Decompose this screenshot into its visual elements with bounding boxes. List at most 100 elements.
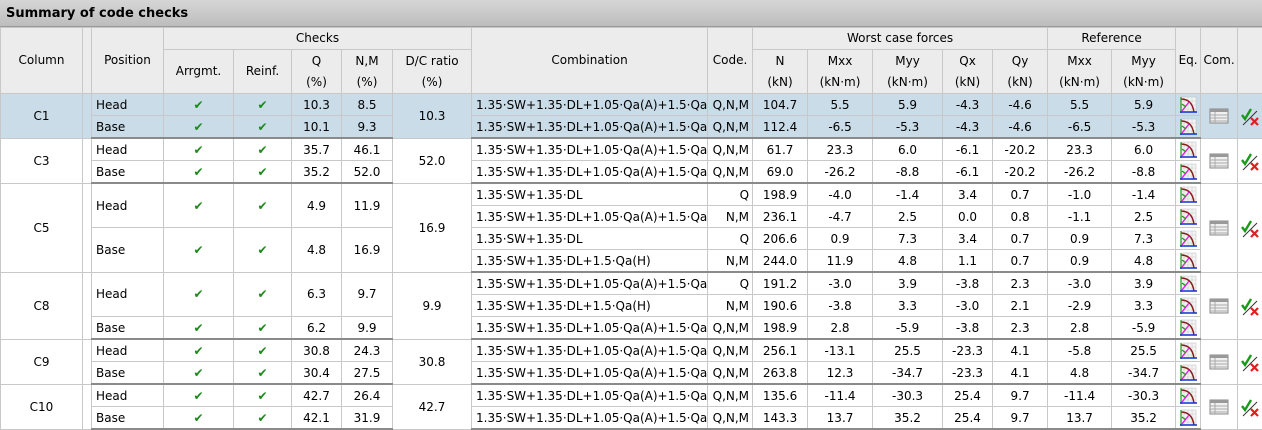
nm-ratio: 26.4: [342, 384, 393, 407]
column-group-c8: C8Head✔✔6.39.79.91.35·SW+1.35·DL+1.05·Qa…: [1, 272, 1262, 339]
combination: 1.35·SW+1.35·DL+1.05·Qa(A)+1.5·Qa(H): [472, 94, 708, 116]
reinf-check-icon: ✔: [234, 94, 292, 116]
nm-ratio: 9.7: [342, 272, 393, 317]
interaction-diagram-icon[interactable]: [1176, 250, 1201, 273]
reinf-check-icon: ✔: [234, 138, 292, 161]
header-myy[interactable]: Myy(kN·m): [873, 50, 943, 94]
check-status-icon[interactable]: [1238, 272, 1262, 339]
column-name[interactable]: C3: [1, 138, 83, 183]
header-arrgmt[interactable]: Arrgmt.: [164, 50, 234, 94]
header-q[interactable]: Q(%): [292, 50, 342, 94]
value-myy: -1.4: [873, 183, 943, 206]
interaction-diagram-icon[interactable]: [1176, 138, 1201, 161]
column-group-c9: C9Head✔✔30.824.330.81.35·SW+1.35·DL+1.05…: [1, 339, 1262, 384]
table-row[interactable]: C10Head✔✔42.726.442.71.35·SW+1.35·DL+1.0…: [1, 384, 1262, 407]
column-name[interactable]: C9: [1, 339, 83, 384]
header-ref-mxx[interactable]: Mxx(kN·m): [1048, 50, 1112, 94]
value-n: 61.7: [753, 138, 808, 161]
check-status-icon[interactable]: [1238, 339, 1262, 384]
value-n: 190.6: [753, 295, 808, 317]
nm-ratio: 16.9: [342, 228, 393, 273]
interaction-diagram-icon[interactable]: [1176, 116, 1201, 139]
header-spacer: [83, 28, 92, 94]
table-row[interactable]: Base✔✔42.131.91.35·SW+1.35·DL+1.05·Qa(A)…: [1, 407, 1262, 430]
value-rmxx: 0.9: [1048, 228, 1112, 250]
header-eq[interactable]: Eq.: [1176, 28, 1201, 94]
header-qx[interactable]: Qx(kN): [943, 50, 993, 94]
interaction-diagram-icon[interactable]: [1176, 362, 1201, 385]
arrgmt-check-icon: ✔: [164, 116, 234, 139]
interaction-diagram-icon[interactable]: [1176, 317, 1201, 340]
header-combination[interactable]: Combination: [472, 28, 708, 94]
header-position[interactable]: Position: [92, 28, 164, 94]
interaction-diagram-icon[interactable]: [1176, 295, 1201, 317]
check-status-icon[interactable]: [1238, 183, 1262, 272]
header-qx-label: Qx: [959, 54, 976, 68]
header-dc-unit: (%): [422, 75, 443, 89]
q-ratio: 10.1: [292, 116, 342, 139]
value-qy: 4.1: [993, 339, 1048, 362]
position-label: Base: [92, 116, 164, 139]
header-nm[interactable]: N,M(%): [342, 50, 393, 94]
check-status-icon[interactable]: [1238, 138, 1262, 183]
table-row[interactable]: C5Head✔✔4.911.916.91.35·SW+1.35·DLQ198.9…: [1, 183, 1262, 206]
check-status-icon[interactable]: [1238, 384, 1262, 429]
interaction-diagram-icon[interactable]: [1176, 339, 1201, 362]
value-rmxx: -11.4: [1048, 384, 1112, 407]
check-status-icon[interactable]: [1238, 94, 1262, 139]
interaction-diagram-icon[interactable]: [1176, 228, 1201, 250]
header-mxx[interactable]: Mxx(kN·m): [808, 50, 873, 94]
combination: 1.35·SW+1.35·DL: [472, 183, 708, 206]
interaction-diagram-icon[interactable]: [1176, 183, 1201, 206]
header-reinf[interactable]: Reinf.: [234, 50, 292, 94]
comments-table-icon[interactable]: [1201, 94, 1238, 139]
table-row[interactable]: Base✔✔10.19.31.35·SW+1.35·DL+1.05·Qa(A)+…: [1, 116, 1262, 139]
table-row[interactable]: C1Head✔✔10.38.510.31.35·SW+1.35·DL+1.05·…: [1, 94, 1262, 116]
comments-table-icon[interactable]: [1201, 272, 1238, 339]
comments-table-icon[interactable]: [1201, 339, 1238, 384]
table-row[interactable]: Base✔✔30.427.51.35·SW+1.35·DL+1.05·Qa(A)…: [1, 362, 1262, 385]
interaction-diagram-icon[interactable]: [1176, 407, 1201, 430]
arrgmt-check-icon: ✔: [164, 183, 234, 228]
table-row[interactable]: Base✔✔6.29.91.35·SW+1.35·DL+1.05·Qa(A)+1…: [1, 317, 1262, 340]
column-name[interactable]: C1: [1, 94, 83, 139]
table-row[interactable]: Base✔✔35.252.01.35·SW+1.35·DL+1.05·Qa(A)…: [1, 161, 1262, 184]
code: Q,N,M: [708, 138, 753, 161]
header-nm-unit: (%): [357, 75, 378, 89]
value-qy: 9.7: [993, 384, 1048, 407]
q-ratio: 6.2: [292, 317, 342, 340]
header-com[interactable]: Com.: [1201, 28, 1238, 94]
row-spacer: [83, 183, 92, 272]
interaction-diagram-icon[interactable]: [1176, 206, 1201, 228]
value-mxx: -4.0: [808, 183, 873, 206]
interaction-diagram-icon[interactable]: [1176, 272, 1201, 295]
interaction-diagram-icon[interactable]: [1176, 161, 1201, 184]
header-dc[interactable]: D/C ratio(%): [393, 50, 472, 94]
value-myy: 3.9: [873, 272, 943, 295]
value-rmyy: -8.8: [1112, 161, 1176, 184]
table-row[interactable]: C8Head✔✔6.39.79.91.35·SW+1.35·DL+1.05·Qa…: [1, 272, 1262, 295]
header-qy[interactable]: Qy(kN): [993, 50, 1048, 94]
column-name[interactable]: C8: [1, 272, 83, 339]
comments-table-icon[interactable]: [1201, 138, 1238, 183]
header-ref-myy[interactable]: Myy(kN·m): [1112, 50, 1176, 94]
table-row[interactable]: C3Head✔✔35.746.152.01.35·SW+1.35·DL+1.05…: [1, 138, 1262, 161]
comments-table-icon[interactable]: [1201, 183, 1238, 272]
column-name[interactable]: C5: [1, 183, 83, 272]
table-row[interactable]: Base✔✔4.816.91.35·SW+1.35·DLQ206.60.97.3…: [1, 228, 1262, 250]
header-code[interactable]: Code.: [708, 28, 753, 94]
column-name[interactable]: C10: [1, 384, 83, 429]
interaction-diagram-icon[interactable]: [1176, 384, 1201, 407]
code: Q,N,M: [708, 94, 753, 116]
table-header: Column Position Checks Combination Code.…: [1, 28, 1262, 94]
header-column[interactable]: Column: [1, 28, 83, 94]
table-row[interactable]: C9Head✔✔30.824.330.81.35·SW+1.35·DL+1.05…: [1, 339, 1262, 362]
value-rmxx: -3.0: [1048, 272, 1112, 295]
value-qx: -3.0: [943, 295, 993, 317]
comments-table-icon[interactable]: [1201, 384, 1238, 429]
value-mxx: 5.5: [808, 94, 873, 116]
header-n[interactable]: N(kN): [753, 50, 808, 94]
combination: 1.35·SW+1.35·DL+1.05·Qa(A)+1.5·Qa(H): [472, 138, 708, 161]
value-qy: 0.7: [993, 250, 1048, 273]
interaction-diagram-icon[interactable]: [1176, 94, 1201, 116]
